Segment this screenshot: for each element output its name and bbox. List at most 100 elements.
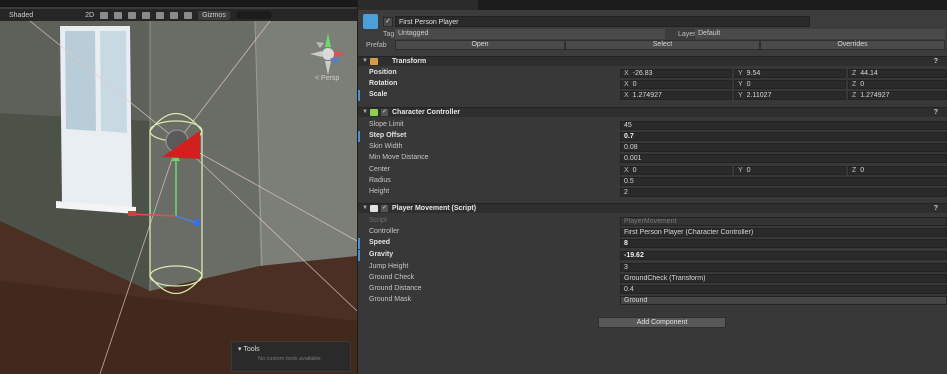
effects-toggle-icon[interactable] [128, 11, 137, 19]
transform-header[interactable]: ▼ Transform ? [358, 56, 947, 66]
gameobject-header: ✓ First Person Player Tag Untagged Layer… [358, 10, 947, 58]
row-label: Height [369, 188, 390, 195]
script-icon [370, 205, 378, 212]
scene-view[interactable]: Shaded 2D Gizmos < Persp ▾ Tools No cust… [0, 0, 357, 374]
ground-mask-dropdown[interactable]: Ground [620, 296, 947, 305]
cc-row-center: Center X0 Y0 Z0 [358, 165, 947, 176]
shading-mode-dropdown[interactable]: Shaded [9, 12, 33, 19]
tools-icon[interactable] [170, 11, 179, 19]
row-label: Jump Height [369, 263, 409, 270]
row-label: Slope Limit [369, 121, 404, 128]
character-controller-icon [370, 109, 378, 116]
tag-dropdown[interactable]: Untagged [395, 29, 665, 39]
speed-field[interactable]: 8 [620, 239, 947, 248]
gizmos-dropdown[interactable]: Gizmos [198, 10, 230, 20]
2d-toggle[interactable]: 2D [85, 12, 94, 19]
camera-icon[interactable] [156, 11, 165, 19]
prefab-open-button[interactable]: Open [395, 40, 565, 50]
scene-tab-bar [0, 0, 357, 7]
character-controller-title: Character Controller [392, 109, 461, 116]
inspector-panel: ✓ First Person Player Tag Untagged Layer… [358, 0, 947, 374]
inspector-tab[interactable] [358, 0, 478, 10]
min-move-distance-field[interactable]: 0.001 [620, 154, 947, 163]
tools-overlay: ▾ Tools No custom tools available [231, 341, 351, 372]
row-label: Center [369, 166, 391, 173]
fold-arrow-icon[interactable]: ▼ [362, 58, 368, 64]
help-icon[interactable]: ? [934, 205, 938, 212]
component-enabled-checkbox[interactable]: ✓ [381, 205, 388, 212]
pm-row-ground-check: Ground Check GroundCheck (Transform) [358, 273, 947, 284]
audio-toggle-icon[interactable] [114, 11, 123, 19]
transform-row-scale: Scale X 1.274927 Y 2.11027 Z 1.274927 [358, 90, 947, 101]
fold-arrow-icon[interactable]: ▼ [362, 205, 368, 211]
pm-row-ground-distance: Ground Distance 0.4 [358, 284, 947, 295]
layer-label: Layer [678, 31, 696, 38]
step-offset-field[interactable]: 0.7 [620, 132, 947, 141]
character-controller-header[interactable]: ▼ ✓ Character Controller ? [358, 107, 947, 117]
tools-title[interactable]: ▾ Tools [238, 345, 260, 353]
prefab-overrides-button[interactable]: Overrides [760, 40, 945, 50]
component-enabled-checkbox[interactable]: ✓ [381, 109, 388, 116]
cc-row-slope-limit: Slope Limit 45 [358, 120, 947, 131]
center-x-field[interactable]: X0 [620, 166, 732, 175]
pm-row-gravity: Gravity -19.62 [358, 250, 947, 261]
row-label: Step Offset [369, 132, 407, 139]
add-component-button[interactable]: Add Component [598, 317, 726, 328]
active-checkbox[interactable]: ✓ [383, 17, 393, 27]
help-icon[interactable]: ? [934, 109, 938, 116]
row-label: Min Move Distance [369, 154, 429, 161]
gameobject-cube-icon [363, 14, 378, 29]
fold-arrow-icon[interactable]: ▼ [362, 109, 368, 115]
row-label: Radius [369, 177, 391, 184]
scale-y-field[interactable]: Y 2.11027 [734, 91, 846, 100]
script-reference-field[interactable]: PlayerMovement [620, 217, 947, 226]
slope-limit-field[interactable]: 45 [620, 121, 947, 130]
controller-reference-field[interactable]: First Person Player (Character Controlle… [620, 228, 947, 237]
ground-distance-field[interactable]: 0.4 [620, 285, 947, 294]
skin-width-field[interactable]: 0.08 [620, 143, 947, 152]
scale-z-field[interactable]: Z 1.274927 [848, 91, 947, 100]
transform-row-rotation: Rotation X0 Y0 Z0 [358, 79, 947, 90]
pm-row-speed: Speed 8 [358, 238, 947, 249]
height-field[interactable]: 2 [620, 188, 947, 197]
window-pane-left [65, 31, 96, 131]
position-y-field[interactable]: Y 9.54 [734, 69, 846, 78]
row-label: Ground Check [369, 274, 415, 281]
transform-icon [370, 58, 378, 65]
cc-row-radius: Radius 0.5 [358, 176, 947, 187]
cc-row-step-offset: Step Offset 0.7 [358, 131, 947, 142]
center-z-field[interactable]: Z0 [848, 166, 947, 175]
ground-check-field[interactable]: GroundCheck (Transform) [620, 274, 947, 283]
row-label: Script [369, 217, 387, 224]
gravity-field[interactable]: -19.62 [620, 251, 947, 260]
transform-title: Transform [392, 58, 427, 65]
perspective-label[interactable]: < Persp [315, 75, 339, 82]
transform-row-position: Position X -26.83 Y 9.54 Z 44.14 [358, 68, 947, 79]
lighting-toggle-icon[interactable] [100, 11, 109, 19]
rotation-y-field[interactable]: Y0 [734, 80, 846, 89]
rotation-z-field[interactable]: Z0 [848, 80, 947, 89]
window-pane-right [100, 31, 127, 133]
prefab-select-button[interactable]: Select [565, 40, 760, 50]
right-wall [255, 21, 357, 266]
jump-height-field[interactable]: 3 [620, 263, 947, 272]
cc-row-height: Height 2 [358, 187, 947, 198]
hidden-objects-icon[interactable] [142, 11, 151, 19]
grid-icon[interactable] [184, 11, 193, 19]
row-label: Rotation [369, 80, 398, 87]
tag-label: Tag [383, 31, 395, 38]
position-x-field[interactable]: X -26.83 [620, 69, 732, 78]
position-z-field[interactable]: Z 44.14 [848, 69, 947, 78]
scale-x-field[interactable]: X 1.274927 [620, 91, 732, 100]
rotation-x-field[interactable]: X0 [620, 80, 732, 89]
center-y-field[interactable]: Y0 [734, 166, 846, 175]
cc-row-skin-width: Skin Width 0.08 [358, 142, 947, 153]
help-icon[interactable]: ? [934, 58, 938, 65]
radius-field[interactable]: 0.5 [620, 177, 947, 186]
scene-search-input[interactable] [235, 11, 272, 19]
layer-dropdown[interactable]: Default [695, 29, 945, 39]
prefab-label: Prefab [366, 42, 387, 49]
object-name-field[interactable]: First Person Player [395, 16, 810, 27]
player-movement-header[interactable]: ▼ ✓ Player Movement (Script) ? [358, 203, 947, 213]
row-label: Position [369, 69, 397, 76]
